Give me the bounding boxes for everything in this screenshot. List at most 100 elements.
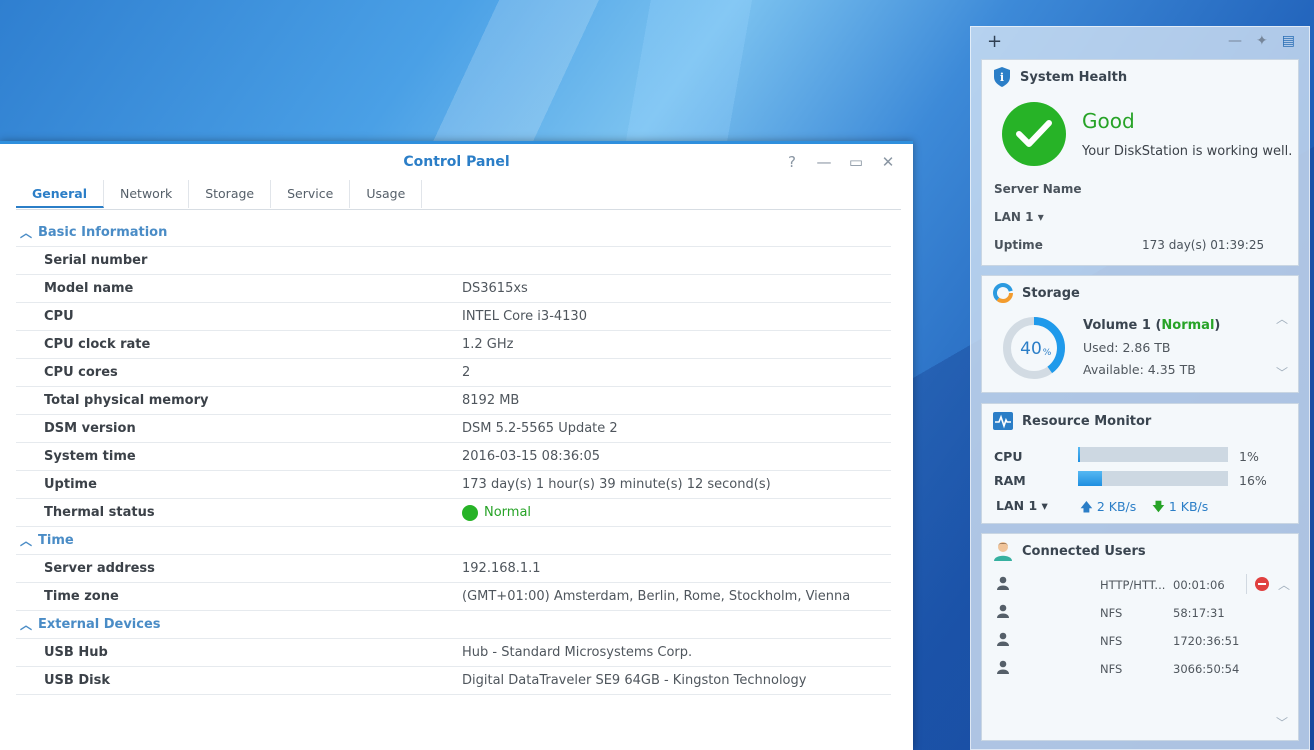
section-external-devices[interactable]: ︿ External Devices <box>16 611 891 639</box>
collapse-chevron-icon[interactable]: ︿ <box>20 527 38 555</box>
server-name-label: Server Name <box>994 182 1082 196</box>
minimize-icon[interactable]: — <box>813 152 835 172</box>
info-key: CPU cores <box>44 365 118 380</box>
info-value: (GMT+01:00) Amsterdam, Berlin, Rome, Sto… <box>462 588 851 604</box>
connected-users-widget: Connected Users HTTP/HTT... 00:01:06 ︿ N… <box>981 533 1299 741</box>
lan-dropdown[interactable]: LAN 1 ▾ <box>996 498 1048 513</box>
volume-available: Available: 4.35 TB <box>1083 362 1196 377</box>
widget-header: Connected Users <box>982 534 1298 568</box>
section-title: External Devices <box>38 616 161 632</box>
user-connected-time: 3066:50:54 <box>1173 662 1240 676</box>
status-ok-icon <box>462 504 478 521</box>
section-basic-information[interactable]: ︿ Basic Information <box>16 219 891 247</box>
info-key: CPU <box>44 309 74 324</box>
widget-header: Storage <box>982 276 1298 310</box>
monitor-pulse-icon <box>992 411 1014 431</box>
section-time[interactable]: ︿ Time <box>16 527 891 555</box>
health-check-icon <box>1002 102 1066 166</box>
widget-header: Resource Monitor <box>982 404 1298 438</box>
collapse-chevron-icon[interactable]: ︿ <box>20 219 38 247</box>
info-key: DSM version <box>44 421 136 436</box>
lan-label: LAN 1 <box>996 498 1038 513</box>
maximize-icon[interactable]: ▭ <box>845 152 867 172</box>
widget-panel-controls: — ✦ ▤ <box>1228 33 1295 49</box>
usage-percent: 40 <box>1020 339 1042 359</box>
volume-used: Used: 2.86 TB <box>1083 340 1171 355</box>
info-value: DSM 5.2-5565 Update 2 <box>462 420 618 436</box>
list-item[interactable]: NFS 1720:36:51 <box>982 626 1300 654</box>
info-row: CPU cores 2 <box>16 359 891 387</box>
user-connected-time: 00:01:06 <box>1173 578 1225 592</box>
chevron-up-icon[interactable]: ︿ <box>1276 310 1288 327</box>
info-row: Time zone (GMT+01:00) Amsterdam, Berlin, … <box>16 583 891 611</box>
chevron-down-icon[interactable]: ﹀ <box>1276 364 1288 381</box>
control-panel-window: Control Panel ? — ▭ ✕ General Network St… <box>0 141 913 750</box>
tab-general[interactable]: General <box>16 180 104 208</box>
user-connected-time: 1720:36:51 <box>1173 634 1240 648</box>
info-row: CPU clock rate 1.2 GHz <box>16 331 891 359</box>
ram-percent: 16% <box>1239 473 1267 488</box>
info-value: 173 day(s) 1 hour(s) 39 minute(s) 12 sec… <box>462 476 771 492</box>
window-controls: ? — ▭ ✕ <box>781 152 899 172</box>
thermal-status-value: Normal <box>462 499 531 526</box>
svg-text:i: i <box>1000 71 1004 84</box>
chevron-up-icon[interactable]: ︿ <box>1278 576 1290 593</box>
control-panel-titlebar[interactable]: Control Panel ? — ▭ ✕ <box>0 144 913 180</box>
info-shield-icon: i <box>992 66 1012 88</box>
close-icon[interactable]: ✕ <box>877 152 899 172</box>
info-value: INTEL Core i3-4130 <box>462 308 587 324</box>
tab-storage[interactable]: Storage <box>189 180 272 208</box>
widget-title: Connected Users <box>1022 543 1146 559</box>
collapse-chevron-icon[interactable]: ︿ <box>20 611 38 639</box>
widget-title: System Health <box>1020 69 1128 85</box>
health-message: Your DiskStation is working well. <box>1082 144 1293 159</box>
info-row: DSM version DSM 5.2-5565 Update 2 <box>16 415 891 443</box>
lan-dropdown[interactable]: LAN 1 ▾ <box>994 210 1044 224</box>
caret-down-icon: ▾ <box>1037 210 1044 224</box>
tab-network[interactable]: Network <box>104 180 190 208</box>
minimize-icon[interactable]: — <box>1228 33 1242 49</box>
caret-down-icon: ▾ <box>1041 498 1048 513</box>
section-title: Basic Information <box>38 224 168 240</box>
tab-service[interactable]: Service <box>271 180 351 208</box>
info-value: 2016-03-15 08:36:05 <box>462 448 601 464</box>
info-key: System time <box>44 449 136 464</box>
panel-toggle-icon[interactable]: ▤ <box>1282 33 1295 49</box>
info-row: Model name DS3615xs <box>16 275 891 303</box>
info-value: 1.2 GHz <box>462 336 514 352</box>
user-protocol: NFS <box>1100 662 1123 676</box>
tab-usage[interactable]: Usage <box>350 180 423 208</box>
download-value: 1 KB/s <box>1168 499 1209 514</box>
help-icon[interactable]: ? <box>781 152 803 172</box>
chevron-down-icon[interactable]: ﹀ <box>1276 714 1288 731</box>
info-key: CPU clock rate <box>44 337 151 352</box>
cpu-bar-fill <box>1078 447 1080 462</box>
info-value: 2 <box>462 364 471 380</box>
cpu-bar <box>1078 447 1228 462</box>
user-icon <box>996 576 1010 593</box>
list-item[interactable]: HTTP/HTT... 00:01:06 ︿ <box>982 570 1300 598</box>
info-key: Thermal status <box>44 505 155 520</box>
info-key: Server address <box>44 561 155 576</box>
widget-title: Resource Monitor <box>1022 413 1152 429</box>
list-item[interactable]: NFS 3066:50:54 <box>982 654 1300 682</box>
info-row: USB Hub Hub - Standard Microsystems Corp. <box>16 639 891 667</box>
user-avatar-icon <box>992 540 1014 562</box>
general-info-list: ︿ Basic Information Serial number Model … <box>16 219 891 695</box>
ram-label: RAM <box>994 473 1026 488</box>
system-health-widget: i System Health Good Your DiskStation is… <box>981 59 1299 266</box>
info-row: Uptime 173 day(s) 1 hour(s) 39 minute(s) … <box>16 471 891 499</box>
info-key: Uptime <box>44 477 97 492</box>
info-row: Total physical memory 8192 MB <box>16 387 891 415</box>
window-title: Control Panel <box>403 154 510 170</box>
upload-value: 2 KB/s <box>1096 499 1137 514</box>
uptime-label: Uptime <box>994 238 1043 252</box>
add-widget-icon[interactable]: + <box>987 31 1002 52</box>
health-status: Good <box>1082 109 1135 133</box>
info-key: Time zone <box>44 589 119 604</box>
pin-icon[interactable]: ✦ <box>1256 33 1268 49</box>
disconnect-user-button[interactable] <box>1255 577 1269 591</box>
list-item[interactable]: NFS 58:17:31 <box>982 598 1300 626</box>
user-protocol: NFS <box>1100 606 1123 620</box>
download-rate: 🡇 1 KB/s <box>1152 498 1208 519</box>
